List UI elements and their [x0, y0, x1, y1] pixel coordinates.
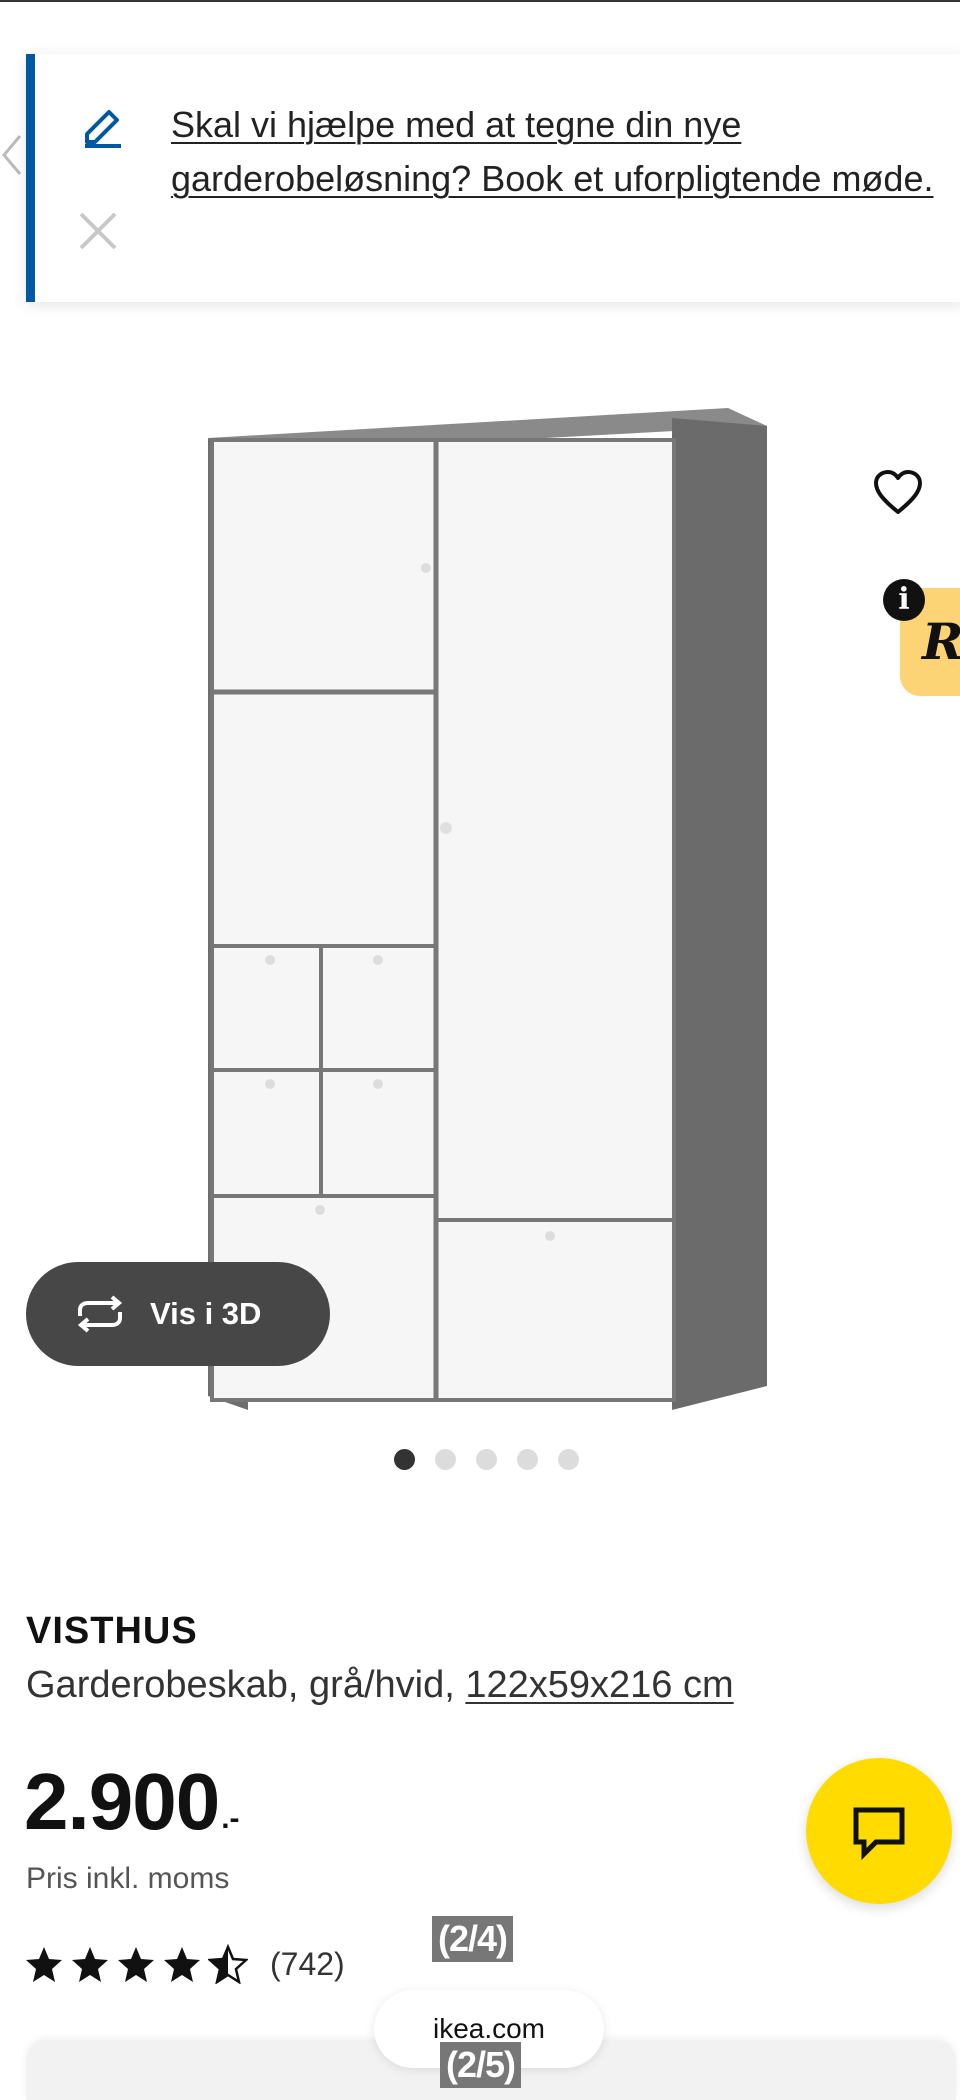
book-meeting-link[interactable]: Skal vi hjælpe med at tegne din nye gard… [171, 98, 941, 206]
star-icon [72, 1947, 108, 1982]
pencil-icon [85, 110, 121, 148]
heart-icon[interactable] [872, 468, 924, 516]
price-suffix: .- [221, 1802, 240, 1835]
product-dimensions-link[interactable]: 122x59x216 cm [465, 1664, 733, 1706]
price-note: Pris inkl. moms [26, 1862, 230, 1895]
gallery-pagination [394, 1449, 579, 1473]
rotate-3d-icon [77, 1295, 123, 1333]
gallery-dot[interactable] [435, 1449, 456, 1470]
half-star-icon [208, 1944, 248, 1984]
star-icon [164, 1947, 200, 1982]
gallery-dot[interactable] [394, 1449, 415, 1470]
review-count: (742) [270, 1945, 345, 1982]
chat-button[interactable] [806, 1758, 952, 1904]
image-counter-badge-secondary: (2/5) [440, 2042, 522, 2088]
price-amount: 2.900 [24, 1757, 220, 1846]
close-icon[interactable] [73, 206, 123, 256]
top-divider [0, 0, 960, 2]
design-help-banner: Skal vi hjælpe med at tegne din nye gard… [26, 54, 960, 302]
product-name: VISTHUS [26, 1610, 198, 1652]
star-icon [118, 1947, 154, 1982]
view-3d-label: Vis i 3D [150, 1296, 262, 1331]
image-counter-badge: (2/4) [432, 1916, 514, 1962]
view-3d-button[interactable]: Vis i 3D [26, 1262, 330, 1366]
rating-stars [24, 1944, 248, 1984]
chat-icon [853, 1807, 905, 1860]
product-image[interactable] [200, 400, 780, 1410]
chevron-left-icon[interactable] [0, 130, 24, 180]
gallery-dot[interactable] [517, 1449, 538, 1470]
product-rating[interactable]: (742) [24, 1944, 345, 1984]
product-price: 2.900 .- [24, 1752, 240, 1852]
product-type: Garderobeskab, grå/hvid, [26, 1664, 466, 1706]
product-description: Garderobeskab, grå/hvid, 122x59x216 cm [26, 1664, 734, 1707]
gallery-dot[interactable] [476, 1449, 497, 1470]
star-icon [26, 1947, 62, 1982]
gallery-dot[interactable] [558, 1449, 579, 1470]
info-icon[interactable]: i [883, 579, 925, 621]
